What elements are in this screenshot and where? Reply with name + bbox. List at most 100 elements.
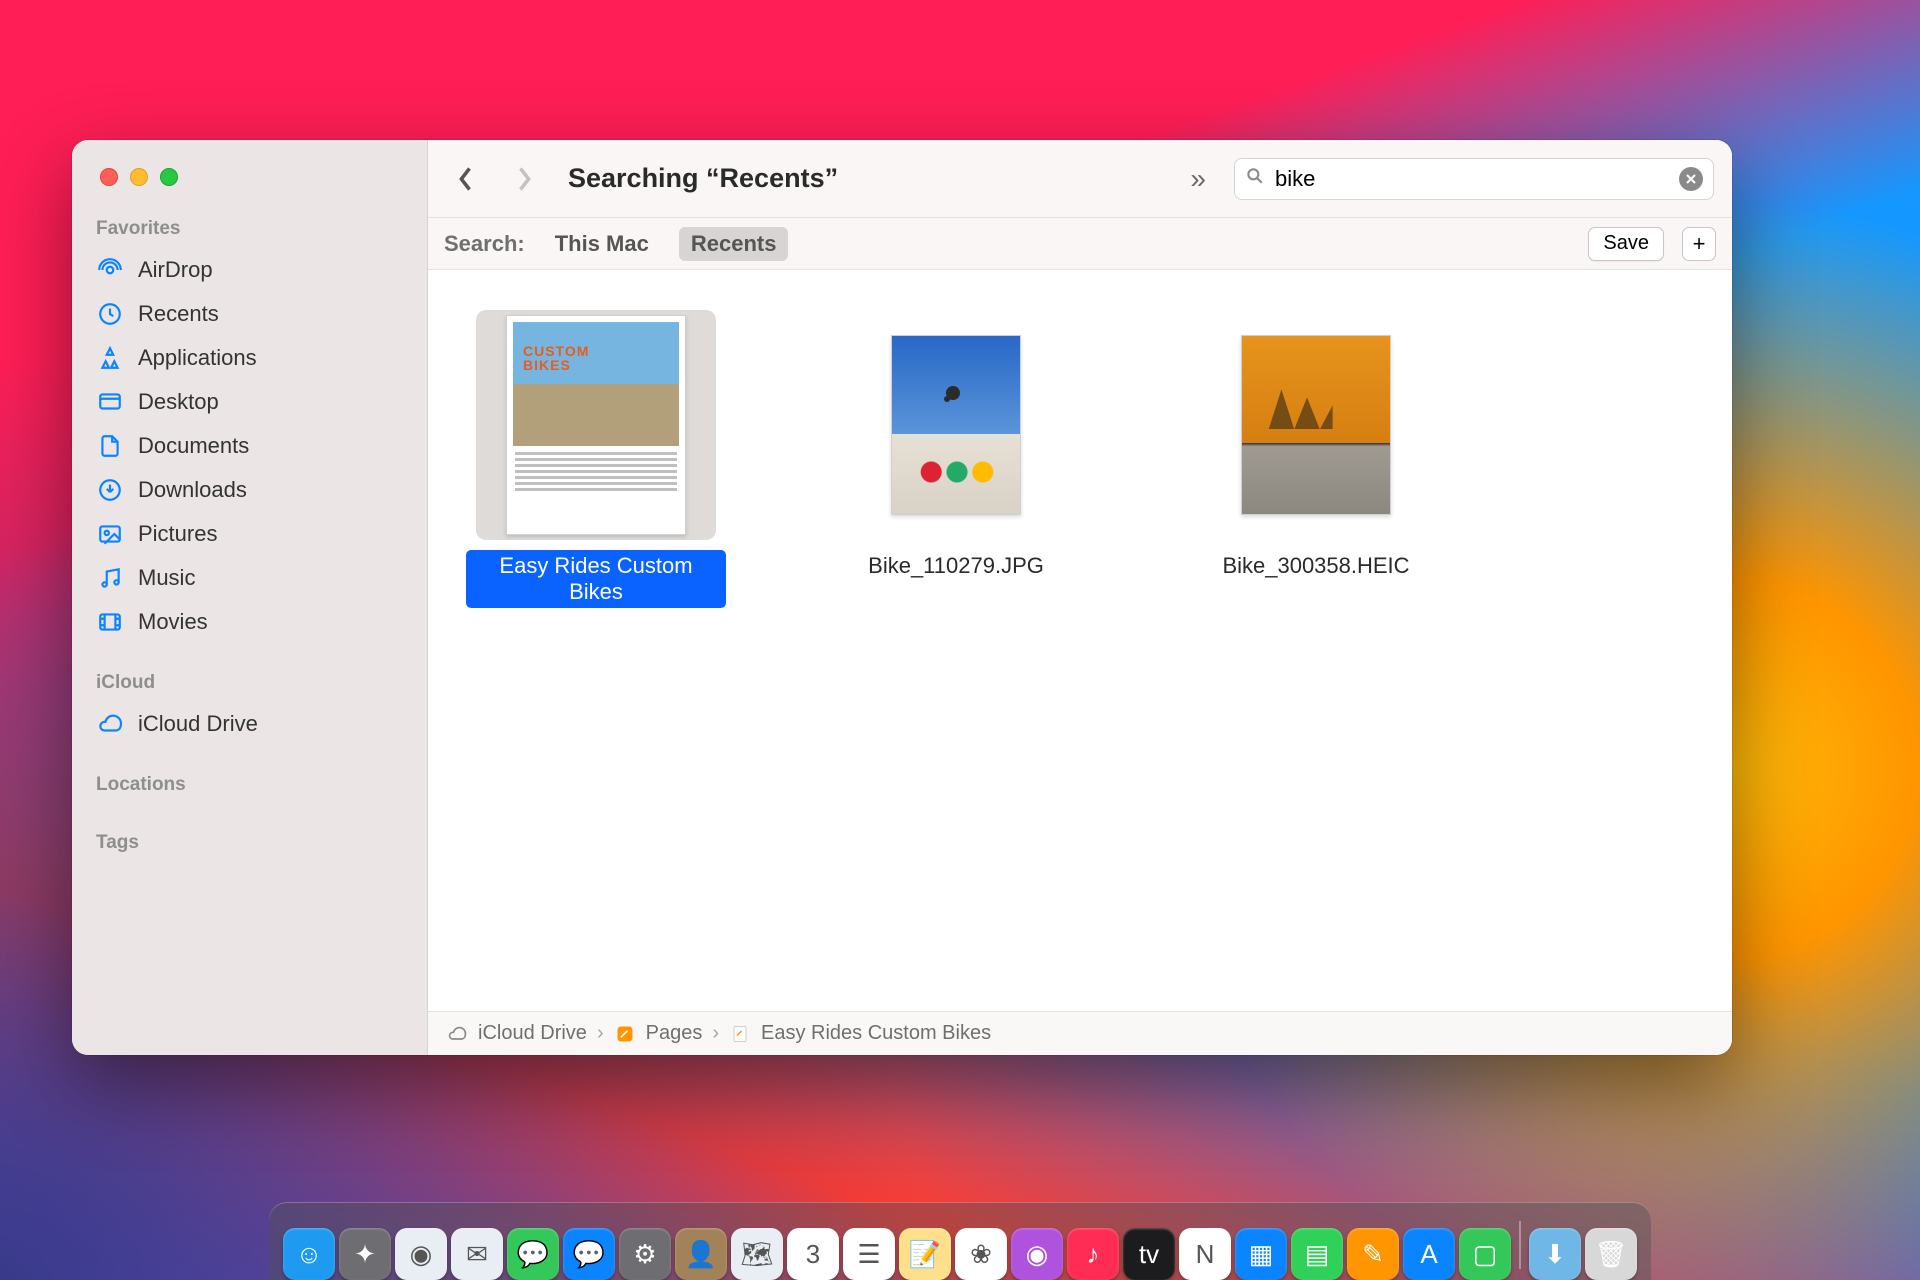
- chevron-right-icon: ›: [712, 1022, 719, 1045]
- sidebar-item-label: Pictures: [138, 521, 217, 547]
- sidebar-item-pictures[interactable]: Pictures: [72, 512, 427, 556]
- chevron-right-icon: ›: [597, 1022, 604, 1045]
- search-field[interactable]: [1234, 158, 1714, 200]
- sidebar-item-label: Documents: [138, 433, 249, 459]
- file-thumbnail: [836, 310, 1076, 540]
- desktop-icon: [96, 388, 124, 416]
- main-pane: Searching “Recents” » Search: This Mac R…: [428, 140, 1732, 1055]
- clock-icon: [96, 300, 124, 328]
- downloads-icon: [96, 476, 124, 504]
- sidebar-item-documents[interactable]: Documents: [72, 424, 427, 468]
- file-thumbnail: [476, 310, 716, 540]
- path-segment[interactable]: Easy Rides Custom Bikes: [761, 1022, 991, 1045]
- dock-app-calendar[interactable]: 3: [787, 1228, 839, 1280]
- dock-app-appstore[interactable]: A: [1403, 1228, 1455, 1280]
- section-icloud: iCloud: [72, 668, 427, 702]
- dock-app-notes[interactable]: 📝: [899, 1228, 951, 1280]
- path-bar: iCloud Drive › Pages › Easy Rides Custom…: [428, 1011, 1732, 1055]
- window-title: Searching “Recents”: [568, 163, 1162, 194]
- add-criteria-button[interactable]: +: [1682, 227, 1716, 261]
- scope-label: Search:: [444, 231, 525, 257]
- search-scope-bar: Search: This Mac Recents Save +: [428, 218, 1732, 270]
- dock-app-keynote[interactable]: ▦: [1235, 1228, 1287, 1280]
- dock-app-tv[interactable]: tv: [1123, 1228, 1175, 1280]
- dock-app-podcasts[interactable]: ◉: [1011, 1228, 1063, 1280]
- file-item[interactable]: Bike_300358.HEIC: [1176, 310, 1456, 582]
- path-segment[interactable]: Pages: [646, 1022, 703, 1045]
- applications-icon: [96, 344, 124, 372]
- save-search-button[interactable]: Save: [1588, 227, 1664, 261]
- cloud-icon: [446, 1023, 468, 1045]
- movies-icon: [96, 608, 124, 636]
- toolbar-overflow-button[interactable]: »: [1180, 163, 1216, 195]
- sidebar-item-label: Recents: [138, 301, 219, 327]
- dock-app-chat-blue[interactable]: 💬: [563, 1228, 615, 1280]
- section-favorites: Favorites: [72, 214, 427, 248]
- sidebar: Favorites AirDrop Recents Applications D…: [72, 140, 428, 1055]
- file-thumbnail: [1196, 310, 1436, 540]
- dock-app-numbers[interactable]: ▤: [1291, 1228, 1343, 1280]
- sidebar-item-label: Desktop: [138, 389, 219, 415]
- toolbar: Searching “Recents” »: [428, 140, 1732, 218]
- file-name: Bike_300358.HEIC: [1212, 550, 1419, 582]
- dock-app-photos[interactable]: ❀: [955, 1228, 1007, 1280]
- pictures-icon: [96, 520, 124, 548]
- minimize-button[interactable]: [130, 168, 148, 186]
- dock-app-launchpad[interactable]: ✦: [339, 1228, 391, 1280]
- finder-window: Favorites AirDrop Recents Applications D…: [72, 140, 1732, 1055]
- dock-app-mail[interactable]: ✉: [451, 1228, 503, 1280]
- dock-app-messages[interactable]: 💬: [507, 1228, 559, 1280]
- sidebar-item-desktop[interactable]: Desktop: [72, 380, 427, 424]
- sidebar-item-icloud-drive[interactable]: iCloud Drive: [72, 702, 427, 746]
- sidebar-item-label: AirDrop: [138, 257, 213, 283]
- sidebar-item-music[interactable]: Music: [72, 556, 427, 600]
- sidebar-item-label: Downloads: [138, 477, 247, 503]
- dock-app-music[interactable]: ♪: [1067, 1228, 1119, 1280]
- path-segment[interactable]: iCloud Drive: [478, 1022, 587, 1045]
- sidebar-item-airdrop[interactable]: AirDrop: [72, 248, 427, 292]
- scope-this-mac[interactable]: This Mac: [543, 227, 661, 261]
- file-item[interactable]: Easy Rides Custom Bikes: [456, 310, 736, 608]
- sidebar-item-label: Movies: [138, 609, 208, 635]
- sidebar-item-recents[interactable]: Recents: [72, 292, 427, 336]
- pages-app-icon: [614, 1023, 636, 1045]
- file-name: Easy Rides Custom Bikes: [466, 550, 726, 608]
- section-tags: Tags: [72, 828, 427, 862]
- sidebar-item-applications[interactable]: Applications: [72, 336, 427, 380]
- file-item[interactable]: Bike_110279.JPG: [816, 310, 1096, 582]
- music-icon: [96, 564, 124, 592]
- sidebar-item-label: Music: [138, 565, 195, 591]
- dock-app-facetime[interactable]: ▢: [1459, 1228, 1511, 1280]
- cloud-icon: [96, 710, 124, 738]
- file-name: Bike_110279.JPG: [858, 550, 1054, 582]
- sidebar-item-movies[interactable]: Movies: [72, 600, 427, 644]
- clear-search-button[interactable]: [1679, 167, 1703, 191]
- section-locations: Locations: [72, 770, 427, 804]
- airdrop-icon: [96, 256, 124, 284]
- dock-app-maps[interactable]: 🗺: [731, 1228, 783, 1280]
- dock: ☺✦◉✉💬💬⚙👤🗺3☰📝❀◉♪tvN▦▤✎A▢⬇🗑: [269, 1202, 1651, 1280]
- dock-separator: [1519, 1221, 1521, 1269]
- sidebar-item-label: Applications: [138, 345, 257, 371]
- back-button[interactable]: [446, 159, 486, 199]
- scope-recents[interactable]: Recents: [679, 227, 789, 261]
- document-icon: [96, 432, 124, 460]
- dock-app-news[interactable]: N: [1179, 1228, 1231, 1280]
- pages-doc-icon: [729, 1023, 751, 1045]
- dock-app-pages[interactable]: ✎: [1347, 1228, 1399, 1280]
- dock-app-contacts[interactable]: 👤: [675, 1228, 727, 1280]
- dock-app-preferences[interactable]: ⚙: [619, 1228, 671, 1280]
- window-controls: [72, 164, 427, 214]
- dock-app-finder[interactable]: ☺: [283, 1228, 335, 1280]
- dock-app-reminders[interactable]: ☰: [843, 1228, 895, 1280]
- search-icon: [1245, 166, 1265, 191]
- close-button[interactable]: [100, 168, 118, 186]
- dock-app-safari[interactable]: ◉: [395, 1228, 447, 1280]
- search-input[interactable]: [1275, 166, 1669, 192]
- forward-button[interactable]: [504, 159, 544, 199]
- dock-app-downloads-stack[interactable]: ⬇: [1529, 1228, 1581, 1280]
- zoom-button[interactable]: [160, 168, 178, 186]
- dock-app-trash[interactable]: 🗑: [1585, 1228, 1637, 1280]
- sidebar-item-downloads[interactable]: Downloads: [72, 468, 427, 512]
- results-grid: Easy Rides Custom Bikes Bike_110279.JPG …: [428, 270, 1732, 1011]
